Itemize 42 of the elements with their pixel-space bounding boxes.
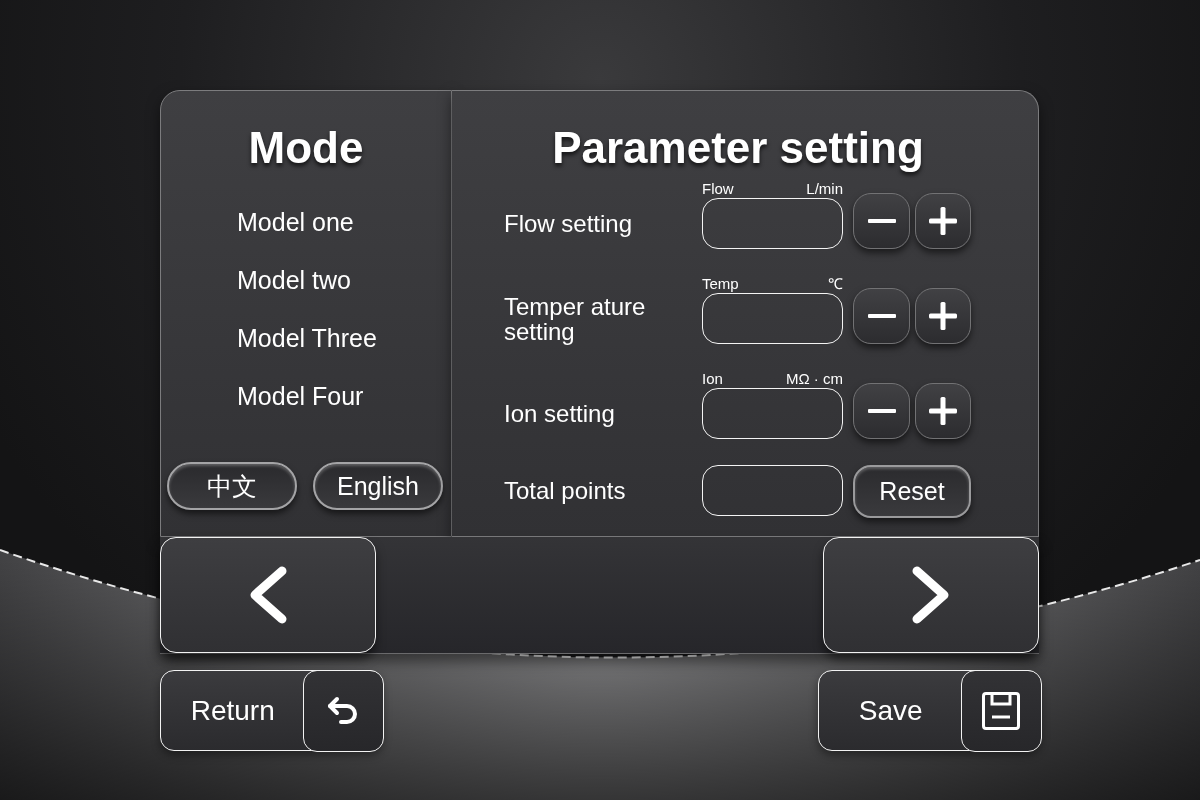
setting-label: Total points: [504, 478, 627, 503]
mode-option[interactable]: Model Three: [237, 323, 377, 353]
mode-option[interactable]: Model one: [237, 207, 354, 237]
plus-icon: [929, 207, 957, 235]
unit-label: L/min: [806, 181, 843, 196]
chevron-left-icon: [249, 566, 287, 624]
increase-button[interactable]: [915, 193, 971, 249]
panel-title: Mode: [247, 122, 365, 170]
setting-label: Ion setting: [504, 401, 616, 426]
return-button[interactable]: Return: [160, 670, 383, 751]
save-button[interactable]: Save: [818, 670, 1041, 751]
mode-option[interactable]: Model two: [237, 265, 351, 295]
unit-label: ℃: [828, 276, 843, 291]
next-button[interactable]: [823, 537, 1039, 653]
field-caption: Temp: [702, 276, 739, 291]
decrease-button[interactable]: [853, 288, 910, 344]
plus-icon: [929, 397, 957, 425]
field-caption: Flow: [702, 181, 734, 196]
value-field[interactable]: [702, 465, 843, 516]
panel-title: Parameter setting: [551, 122, 925, 170]
increase-button[interactable]: [915, 383, 971, 439]
chevron-right-icon: [912, 566, 950, 624]
reset-button[interactable]: Reset: [853, 465, 971, 518]
minus-icon: [867, 219, 896, 223]
mode-option[interactable]: Model Four: [237, 381, 364, 411]
value-field[interactable]: [702, 388, 843, 439]
minus-icon: [867, 314, 896, 318]
decrease-button[interactable]: [853, 193, 910, 249]
value-field[interactable]: [702, 198, 843, 249]
setting-label: Flow setting: [504, 211, 634, 236]
minus-icon: [867, 409, 896, 413]
undo-icon: [326, 695, 360, 726]
language-button[interactable]: English: [313, 462, 443, 510]
previous-button[interactable]: [160, 537, 376, 653]
language-button[interactable]: 中文: [167, 462, 297, 510]
field-caption: Ion: [702, 371, 723, 386]
value-field[interactable]: [702, 293, 843, 344]
plus-icon: [929, 302, 957, 330]
decrease-button[interactable]: [853, 383, 910, 439]
increase-button[interactable]: [915, 288, 971, 344]
setting-label: Temper ature setting: [504, 293, 647, 344]
unit-label: MΩ · cm: [785, 371, 843, 386]
